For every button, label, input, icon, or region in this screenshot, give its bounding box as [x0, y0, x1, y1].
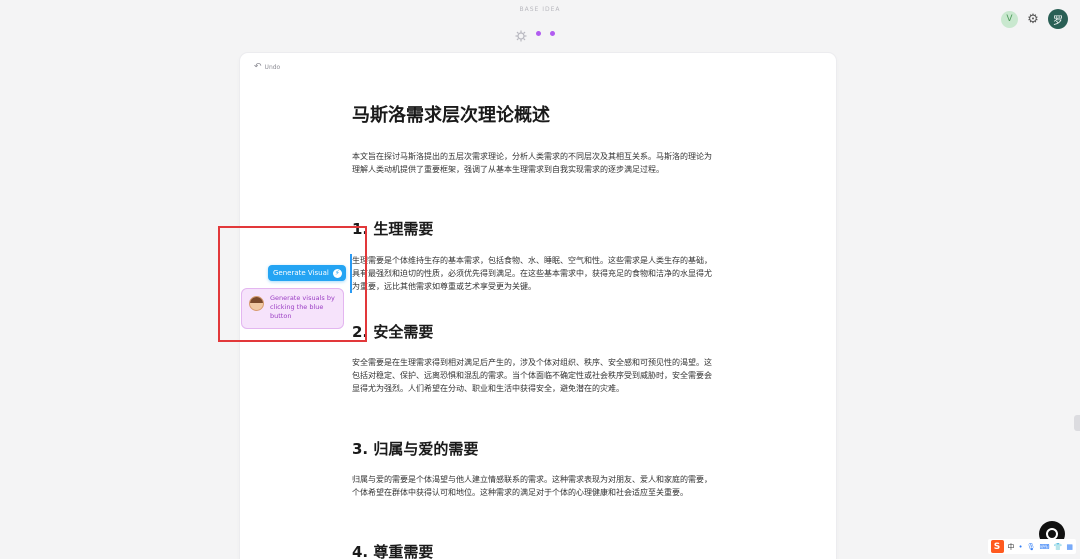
status-dot	[550, 30, 555, 36]
keyboard-icon[interactable]: ⌨	[1040, 543, 1050, 551]
spinner-logo-icon	[515, 27, 527, 42]
top-status-indicators	[515, 27, 555, 42]
gear-icon[interactable]: ⚙	[1026, 12, 1040, 27]
bolt-icon: ⚡	[332, 268, 342, 278]
section-paragraph[interactable]: 安全需要是在生理需求得到相对满足后产生的，涉及个体对组织、秩序、安全感和可预见性…	[352, 356, 718, 395]
tooltip-card: Generate visuals by clicking the blue bu…	[241, 288, 344, 329]
generate-visual-label: Generate Visual	[273, 269, 329, 277]
undo-label: Undo	[264, 64, 281, 71]
punctuation-icon[interactable]: •	[1019, 543, 1023, 551]
assistant-avatar	[249, 296, 264, 311]
section-heading[interactable]: 1. 生理需要	[352, 218, 433, 239]
collaborator-avatar[interactable]: V	[1001, 10, 1018, 28]
intro-paragraph[interactable]: 本文旨在探讨马斯洛提出的五层次需求理论，分析人类需求的不同层次及其相互关系。马斯…	[352, 150, 718, 176]
skin-icon[interactable]: 👕	[1054, 543, 1063, 551]
section-heading[interactable]: 2. 安全需要	[352, 321, 433, 342]
sogou-logo-icon: S	[990, 540, 1004, 553]
side-panel-handle[interactable]	[1074, 415, 1080, 431]
microphone-icon[interactable]: 🎙	[1027, 543, 1036, 551]
section-heading[interactable]: 3. 归属与爱的需要	[352, 438, 478, 459]
user-avatar[interactable]: 罗	[1048, 9, 1068, 29]
undo-button[interactable]: ↶ Undo	[254, 63, 280, 72]
status-dot	[536, 30, 541, 36]
ime-toolbar[interactable]: S 中 • 🎙 ⌨ 👕 ▦	[987, 539, 1076, 554]
document-title[interactable]: 马斯洛需求层次理论概述	[352, 101, 550, 127]
undo-icon: ↶	[254, 62, 262, 72]
topbar-label: BASE IDEA	[519, 6, 561, 13]
top-right-toolbar: V ⚙ 罗	[1001, 9, 1068, 29]
menu-icon[interactable]: ▦	[1066, 543, 1073, 551]
section-paragraph[interactable]: 生理需要是个体维持生存的基本需求，包括食物、水、睡眠、空气和性。这些需求是人类生…	[350, 254, 716, 293]
ime-mode[interactable]: 中	[1008, 542, 1015, 552]
section-heading[interactable]: 4. 尊重需要	[352, 541, 433, 559]
tooltip-text: Generate visuals by clicking the blue bu…	[270, 294, 335, 320]
section-paragraph[interactable]: 归属与爱的需要是个体渴望与他人建立情感联系的需求。这种需求表现为对朋友、爱人和家…	[352, 473, 718, 499]
generate-visual-button[interactable]: Generate Visual ⚡	[268, 265, 346, 281]
